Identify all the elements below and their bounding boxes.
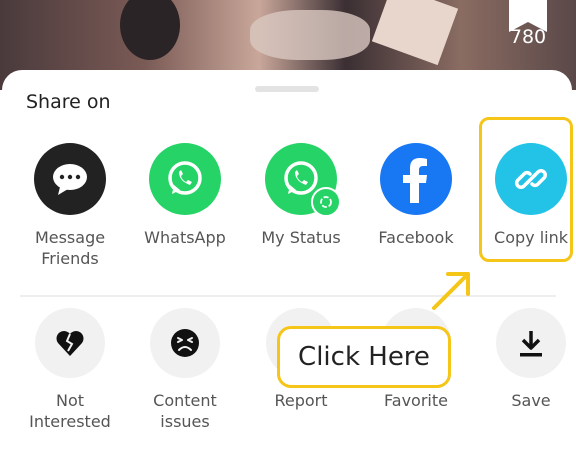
action-label: Save [511, 391, 551, 410]
share-label: WhatsApp [144, 228, 226, 247]
share-label: Facebook [378, 228, 454, 247]
facebook-icon [380, 143, 452, 215]
action-label: Content issues [153, 391, 217, 431]
action-save[interactable]: Save [481, 308, 576, 411]
sheet-drag-handle[interactable] [255, 86, 319, 92]
download-icon [496, 308, 566, 378]
share-title: Share on [26, 91, 111, 113]
status-badge-icon [311, 187, 341, 217]
sad-face-icon [150, 308, 220, 378]
bookmark-count: 780 [509, 26, 547, 48]
whatsapp-status-icon [265, 143, 341, 217]
copy-link-highlight [479, 117, 573, 262]
action-not-interested[interactable]: Not Interested [20, 308, 120, 432]
share-facebook[interactable]: Facebook [366, 143, 466, 248]
share-message-friends[interactable]: Message Friends [20, 143, 120, 269]
click-here-tooltip: Click Here [277, 326, 451, 388]
bookmark-icon[interactable] [509, 0, 547, 32]
share-label: My Status [261, 228, 341, 247]
action-label: Report [274, 391, 328, 410]
action-content-issues[interactable]: Content issues [135, 308, 235, 432]
share-whatsapp[interactable]: WhatsApp [135, 143, 235, 248]
share-my-status[interactable]: My Status [251, 143, 351, 248]
action-label: Favorite [384, 391, 448, 410]
share-label: Message Friends [34, 228, 106, 268]
action-label: Not Interested [29, 391, 111, 431]
message-icon [34, 143, 106, 215]
whatsapp-icon [149, 143, 221, 215]
broken-heart-icon [35, 308, 105, 378]
